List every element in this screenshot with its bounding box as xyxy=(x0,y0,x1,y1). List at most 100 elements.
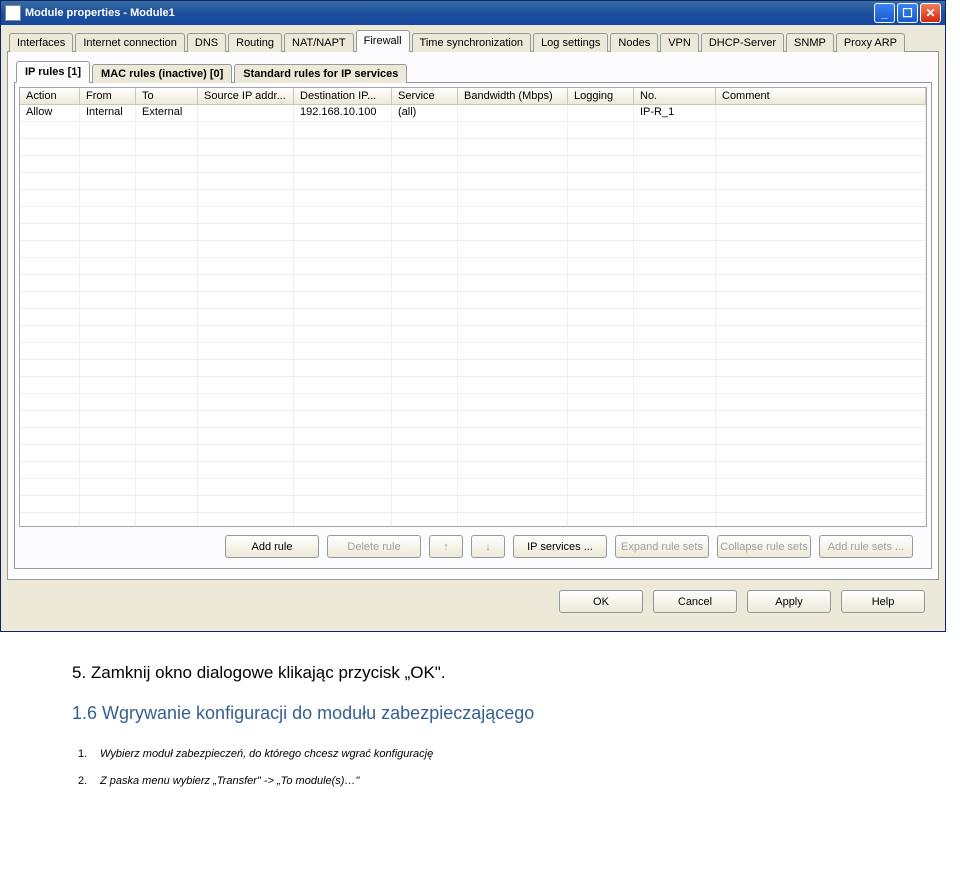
col-destination-ip[interactable]: Destination IP... xyxy=(294,88,392,104)
cell-action xyxy=(20,173,80,189)
cell-bw xyxy=(458,496,568,512)
tab-time-synchronization[interactable]: Time synchronization xyxy=(412,33,532,52)
cancel-button[interactable]: Cancel xyxy=(653,590,737,613)
cell-action xyxy=(20,513,80,527)
table-row[interactable] xyxy=(20,122,926,139)
tab-dns[interactable]: DNS xyxy=(187,33,226,52)
cell-log xyxy=(568,445,634,461)
help-button[interactable]: Help xyxy=(841,590,925,613)
add-rule-sets-button[interactable]: Add rule sets ... xyxy=(819,535,913,558)
tab-nat-napt[interactable]: NAT/NAPT xyxy=(284,33,354,52)
cell-svc xyxy=(392,139,458,155)
col-logging[interactable]: Logging xyxy=(568,88,634,104)
cell-action xyxy=(20,292,80,308)
collapse-rule-sets-button[interactable]: Collapse rule sets xyxy=(717,535,811,558)
table-row[interactable] xyxy=(20,513,926,527)
table-row[interactable] xyxy=(20,360,926,377)
cell-src xyxy=(198,241,294,257)
table-row[interactable] xyxy=(20,190,926,207)
cell-src xyxy=(198,190,294,206)
cell-from xyxy=(80,445,136,461)
cell-action xyxy=(20,326,80,342)
delete-rule-button[interactable]: Delete rule xyxy=(327,535,421,558)
table-row[interactable] xyxy=(20,326,926,343)
window-buttons: _ ☐ ✕ xyxy=(874,3,941,23)
close-button[interactable]: ✕ xyxy=(920,3,941,23)
cell-action xyxy=(20,428,80,444)
col-source-ip[interactable]: Source IP addr... xyxy=(198,88,294,104)
tab-nodes[interactable]: Nodes xyxy=(610,33,658,52)
table-row[interactable] xyxy=(20,292,926,309)
cell-to xyxy=(136,190,198,206)
cell-to xyxy=(136,513,198,527)
cell-src xyxy=(198,224,294,240)
tab-dhcp-server[interactable]: DHCP-Server xyxy=(701,33,784,52)
table-row[interactable] xyxy=(20,139,926,156)
table-row[interactable] xyxy=(20,462,926,479)
cell-cmt xyxy=(716,173,926,189)
cell-svc xyxy=(392,513,458,527)
firewall-sub-tab-strip: IP rules [1]MAC rules (inactive) [0]Stan… xyxy=(14,60,932,82)
table-row[interactable] xyxy=(20,207,926,224)
cell-to xyxy=(136,360,198,376)
cell-cmt xyxy=(716,326,926,342)
table-row[interactable] xyxy=(20,428,926,445)
tab-internet-connection[interactable]: Internet connection xyxy=(75,33,185,52)
table-row[interactable] xyxy=(20,394,926,411)
table-row[interactable] xyxy=(20,173,926,190)
table-row[interactable] xyxy=(20,258,926,275)
cell-log xyxy=(568,326,634,342)
cell-cmt xyxy=(716,377,926,393)
tab-interfaces[interactable]: Interfaces xyxy=(9,33,73,52)
table-row[interactable]: AllowInternalExternal192.168.10.100(all)… xyxy=(20,105,926,122)
apply-button[interactable]: Apply xyxy=(747,590,831,613)
col-bandwidth[interactable]: Bandwidth (Mbps) xyxy=(458,88,568,104)
ip-rules-table[interactable]: Action From To Source IP addr... Destina… xyxy=(19,87,927,527)
col-from[interactable]: From xyxy=(80,88,136,104)
move-down-button[interactable] xyxy=(471,535,505,558)
table-row[interactable] xyxy=(20,411,926,428)
cell-log xyxy=(568,513,634,527)
sub-tab-1[interactable]: MAC rules (inactive) [0] xyxy=(92,64,232,83)
tab-vpn[interactable]: VPN xyxy=(660,33,699,52)
minimize-button[interactable]: _ xyxy=(874,3,895,23)
cell-action xyxy=(20,343,80,359)
tab-proxy-arp[interactable]: Proxy ARP xyxy=(836,33,905,52)
sub-tab-2[interactable]: Standard rules for IP services xyxy=(234,64,407,83)
col-action[interactable]: Action xyxy=(20,88,80,104)
move-up-button[interactable] xyxy=(429,535,463,558)
cell-from xyxy=(80,513,136,527)
table-row[interactable] xyxy=(20,479,926,496)
tab-log-settings[interactable]: Log settings xyxy=(533,33,608,52)
col-no[interactable]: No. xyxy=(634,88,716,104)
table-row[interactable] xyxy=(20,309,926,326)
table-row[interactable] xyxy=(20,224,926,241)
maximize-button[interactable]: ☐ xyxy=(897,3,918,23)
tab-snmp[interactable]: SNMP xyxy=(786,33,834,52)
cell-no xyxy=(634,258,716,274)
titlebar[interactable]: Module properties - Module1 _ ☐ ✕ xyxy=(1,1,945,25)
table-row[interactable] xyxy=(20,156,926,173)
col-service[interactable]: Service xyxy=(392,88,458,104)
tab-firewall[interactable]: Firewall xyxy=(356,30,410,52)
cell-no xyxy=(634,224,716,240)
table-row[interactable] xyxy=(20,496,926,513)
cell-bw xyxy=(458,139,568,155)
cell-action xyxy=(20,122,80,138)
table-row[interactable] xyxy=(20,343,926,360)
table-row[interactable] xyxy=(20,275,926,292)
cell-action xyxy=(20,360,80,376)
col-comment[interactable]: Comment xyxy=(716,88,926,104)
cell-dst xyxy=(294,139,392,155)
ok-button[interactable]: OK xyxy=(559,590,643,613)
table-row[interactable] xyxy=(20,445,926,462)
tab-routing[interactable]: Routing xyxy=(228,33,282,52)
table-row[interactable] xyxy=(20,377,926,394)
col-to[interactable]: To xyxy=(136,88,198,104)
app-icon xyxy=(5,5,21,21)
sub-tab-0[interactable]: IP rules [1] xyxy=(16,61,90,83)
expand-rule-sets-button[interactable]: Expand rule sets xyxy=(615,535,709,558)
add-rule-button[interactable]: Add rule xyxy=(225,535,319,558)
ip-services-button[interactable]: IP services ... xyxy=(513,535,607,558)
table-row[interactable] xyxy=(20,241,926,258)
